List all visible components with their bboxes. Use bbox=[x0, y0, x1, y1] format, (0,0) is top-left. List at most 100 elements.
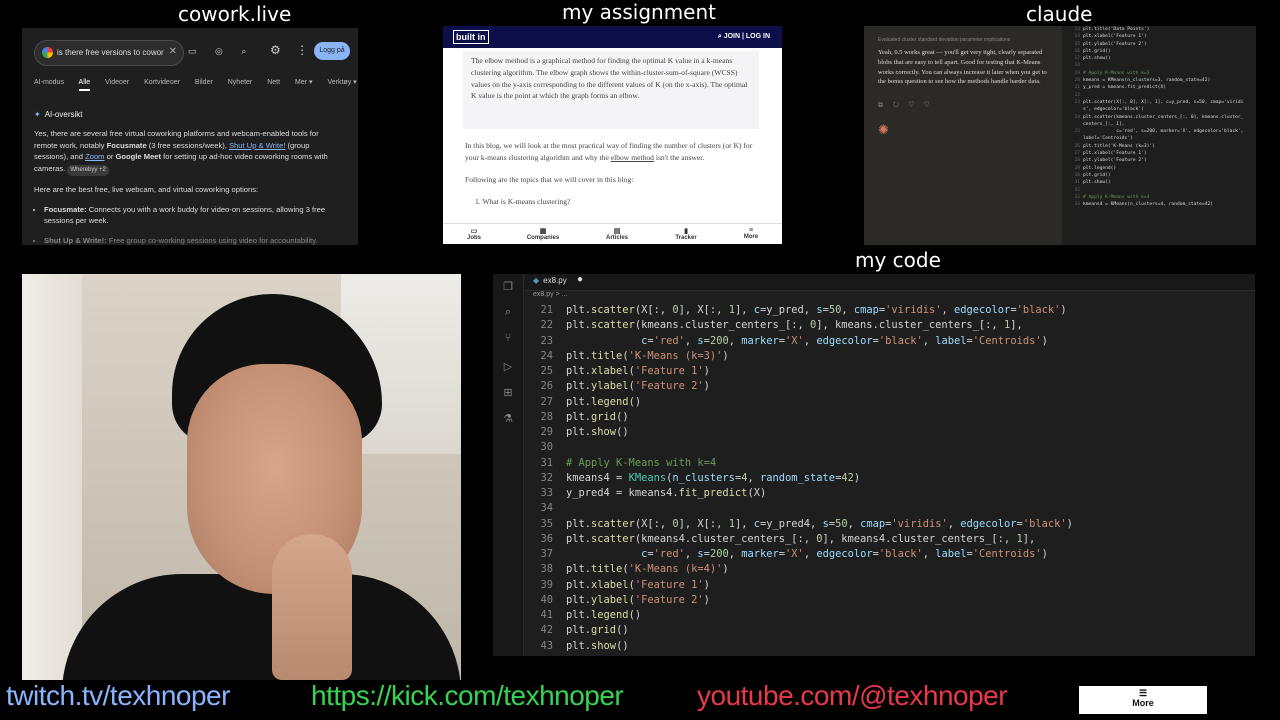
nav-jobs[interactable]: ▭ Jobs bbox=[449, 227, 499, 241]
code-line[interactable]: 37 c='red', s=200, marker='X', edgecolor… bbox=[525, 547, 1255, 562]
artifact-code-line: s', edgecolor='black') bbox=[1083, 107, 1144, 113]
code-line[interactable]: 27 plt.legend() bbox=[525, 395, 1255, 410]
person-hand bbox=[272, 534, 352, 680]
artifact-code-line: 28 plt.ylabel('Feature 2') bbox=[1074, 158, 1147, 164]
elbow-method-link[interactable]: elbow method bbox=[611, 153, 654, 162]
code-line[interactable]: 28 plt.grid() bbox=[525, 410, 1255, 425]
unsaved-dot-icon[interactable]: ● bbox=[577, 274, 583, 285]
line-number: 41 bbox=[540, 609, 553, 621]
summary-box: The elbow method is a graphical method f… bbox=[463, 51, 759, 129]
tab-videos[interactable]: Videoer bbox=[105, 79, 129, 86]
claude-panel: Evaluated cluster standard deviation par… bbox=[864, 26, 1256, 245]
kick-link: https://kick.com/texhnoper bbox=[311, 680, 624, 711]
line-number: 26 bbox=[540, 380, 553, 393]
breadcrumb[interactable]: ex8.py > ... bbox=[533, 291, 567, 298]
label-claude: claude bbox=[1026, 2, 1093, 26]
search-icon[interactable]: ⌕ bbox=[500, 306, 516, 320]
artifact-code-line: label='Centroids') bbox=[1083, 136, 1133, 142]
artifact-code-line: centers_[:, 1], bbox=[1083, 121, 1125, 127]
builtin-logo[interactable]: built in bbox=[453, 30, 489, 44]
clear-icon[interactable]: ✕ bbox=[169, 46, 177, 57]
code-line[interactable]: 41 plt.legend() bbox=[525, 608, 1255, 623]
code-line[interactable]: 26 plt.ylabel('Feature 2') bbox=[525, 379, 1255, 394]
vscode-editor: ❐ ⌕ ⑂ ▷ ⊞ ⚗ ◆ ex8.py ● ex8.py > ... 21 plt… bbox=[493, 274, 1255, 656]
companies-icon: ▦ bbox=[539, 228, 547, 235]
tab-tools[interactable]: Verktøy ▾ bbox=[327, 79, 356, 86]
artifact-code-line: 30 plt.grid() bbox=[1074, 172, 1111, 178]
search-tools-icons[interactable]: ▭ ◎ ⌕ bbox=[188, 46, 254, 57]
code-line[interactable]: 33 y_pred4 = kmeans4.fit_predict(X) bbox=[525, 486, 1255, 501]
code-line[interactable]: 21 plt.scatter(X[:, 0], X[:, 1], c=y_pred… bbox=[525, 303, 1255, 318]
code-line[interactable]: 29 plt.show() bbox=[525, 425, 1255, 440]
code-line[interactable]: 40 plt.ylabel('Feature 2') bbox=[525, 593, 1255, 608]
google-search-panel: is there free versions to cowor ✕ ▭ ◎ ⌕ … bbox=[22, 28, 358, 245]
artifact-code-line: 25 c='red', s=200, marker='X', edgecolor… bbox=[1074, 129, 1244, 135]
nav-tracker[interactable]: ▮ Tracker bbox=[661, 227, 711, 241]
tab-web[interactable]: Nett bbox=[267, 79, 280, 86]
tab-news[interactable]: Nyheter bbox=[228, 79, 253, 86]
code-line[interactable]: 25 plt.xlabel('Feature 1') bbox=[525, 364, 1255, 379]
nav-articles[interactable]: ▤ Articles bbox=[592, 227, 642, 241]
artifact-code-line: 21 y_pred = kmeans.fit_predict(X) bbox=[1074, 85, 1166, 91]
tab-images[interactable]: Bilder bbox=[195, 79, 213, 86]
code-line[interactable]: 43 plt.show() bbox=[525, 639, 1255, 654]
code-line[interactable]: 31 # Apply K-Means with k=4 bbox=[525, 456, 1255, 471]
line-number: 40 bbox=[540, 593, 553, 606]
tracker-icon: ▮ bbox=[684, 228, 688, 235]
code-line[interactable]: 38 plt.title('K-Means (k=4)') bbox=[525, 562, 1255, 577]
line-number: 42 bbox=[540, 624, 553, 637]
more-icon: ≡ bbox=[748, 227, 754, 234]
code-area[interactable]: 21 plt.scatter(X[:, 0], X[:, 1], c=y_pred… bbox=[525, 303, 1255, 654]
tab-ai-mode[interactable]: AI-modus bbox=[34, 79, 64, 86]
explorer-icon[interactable]: ❐ bbox=[500, 280, 516, 294]
artifact-code-line: 29 plt.legend() bbox=[1074, 165, 1117, 171]
assistant-message: Yeah, 0.5 works great — you'll get very … bbox=[878, 49, 1047, 86]
link-shut-up-write[interactable]: Shut Up & Write! bbox=[229, 141, 285, 150]
articles-icon: ▤ bbox=[613, 228, 621, 235]
code-line[interactable]: 30 bbox=[525, 440, 1255, 455]
code-line[interactable]: 23 c='red', s=200, marker='X', edgecolor… bbox=[525, 334, 1255, 349]
ai-overview-body: Yes, there are several free virtual cowo… bbox=[34, 128, 334, 245]
artifact-code-line: 32 bbox=[1074, 187, 1080, 193]
thinking-summary[interactable]: Evaluated cluster standard deviation par… bbox=[878, 37, 1010, 43]
message-actions[interactable]: ⧉ ↻ ♡ ♡ bbox=[878, 102, 934, 110]
more-button[interactable]: ☰ More bbox=[1079, 686, 1207, 714]
toc-item[interactable]: 1. What is K-means clustering? bbox=[465, 196, 765, 208]
builtin-article-panel: built in ⌕ JOIN | LOG IN The elbow metho… bbox=[443, 26, 782, 244]
code-line[interactable]: 24 plt.title('K-Means (k=3)') bbox=[525, 349, 1255, 364]
testing-icon[interactable]: ⚗ bbox=[500, 412, 516, 426]
tab-more[interactable]: Mer ▾ bbox=[295, 79, 313, 86]
artifact-code-line: 34 kmeans4 = KMeans(n_clusters=4, random_… bbox=[1074, 202, 1213, 208]
code-line[interactable]: 35 plt.scatter(X[:, 0], X[:, 1], c=y_pred… bbox=[525, 517, 1255, 532]
artifact-code-line: 15 plt.ylabel('Feature 2') bbox=[1074, 41, 1147, 47]
login-button[interactable]: Logg på bbox=[314, 42, 350, 60]
artifact-code-line: 26 plt.title('K-Means (k=3)') bbox=[1074, 143, 1155, 149]
tab-short-videos[interactable]: Kortvideoer bbox=[144, 79, 180, 86]
tab-all[interactable]: Alle bbox=[78, 79, 91, 91]
run-debug-icon[interactable]: ▷ bbox=[500, 360, 516, 374]
link-zoom[interactable]: Zoom bbox=[85, 152, 104, 161]
background-door bbox=[22, 274, 82, 680]
editor-tab[interactable]: ◆ ex8.py ● bbox=[525, 274, 1255, 291]
nav-companies[interactable]: ▦ Companies bbox=[518, 227, 568, 241]
source-control-icon[interactable]: ⑂ bbox=[500, 332, 516, 346]
search-query[interactable]: is there free versions to cowor bbox=[57, 48, 164, 57]
nav-more[interactable]: ≡ More bbox=[726, 227, 776, 240]
join-login-nav[interactable]: ⌕ JOIN | LOG IN bbox=[718, 33, 770, 41]
line-number: 37 bbox=[540, 548, 553, 560]
extensions-icon[interactable]: ⊞ bbox=[500, 386, 516, 400]
webcam-feed bbox=[22, 274, 461, 680]
code-line[interactable]: 39 plt.xlabel('Feature 1') bbox=[525, 578, 1255, 593]
code-line[interactable]: 42 plt.grid() bbox=[525, 623, 1255, 638]
code-line[interactable]: 36 plt.scatter(kmeans4.cluster_centers_[:… bbox=[525, 532, 1255, 547]
artifact-code-line: 18 bbox=[1074, 63, 1080, 69]
code-line[interactable]: 22 plt.scatter(kmeans.cluster_centers_[:,… bbox=[525, 318, 1255, 333]
search-box[interactable]: is there free versions to cowor ✕ bbox=[34, 40, 184, 66]
source-chip[interactable]: Wherebyy +2 bbox=[67, 164, 109, 176]
code-line[interactable]: 34 bbox=[525, 501, 1255, 516]
claude-chat: Evaluated cluster standard deviation par… bbox=[864, 26, 1062, 245]
line-number: 25 bbox=[540, 365, 553, 377]
tab-filename: ex8.py bbox=[543, 276, 567, 285]
code-line[interactable]: 32 kmeans4 = KMeans(n_clusters=4, random_… bbox=[525, 471, 1255, 486]
line-number: 29 bbox=[540, 426, 553, 438]
